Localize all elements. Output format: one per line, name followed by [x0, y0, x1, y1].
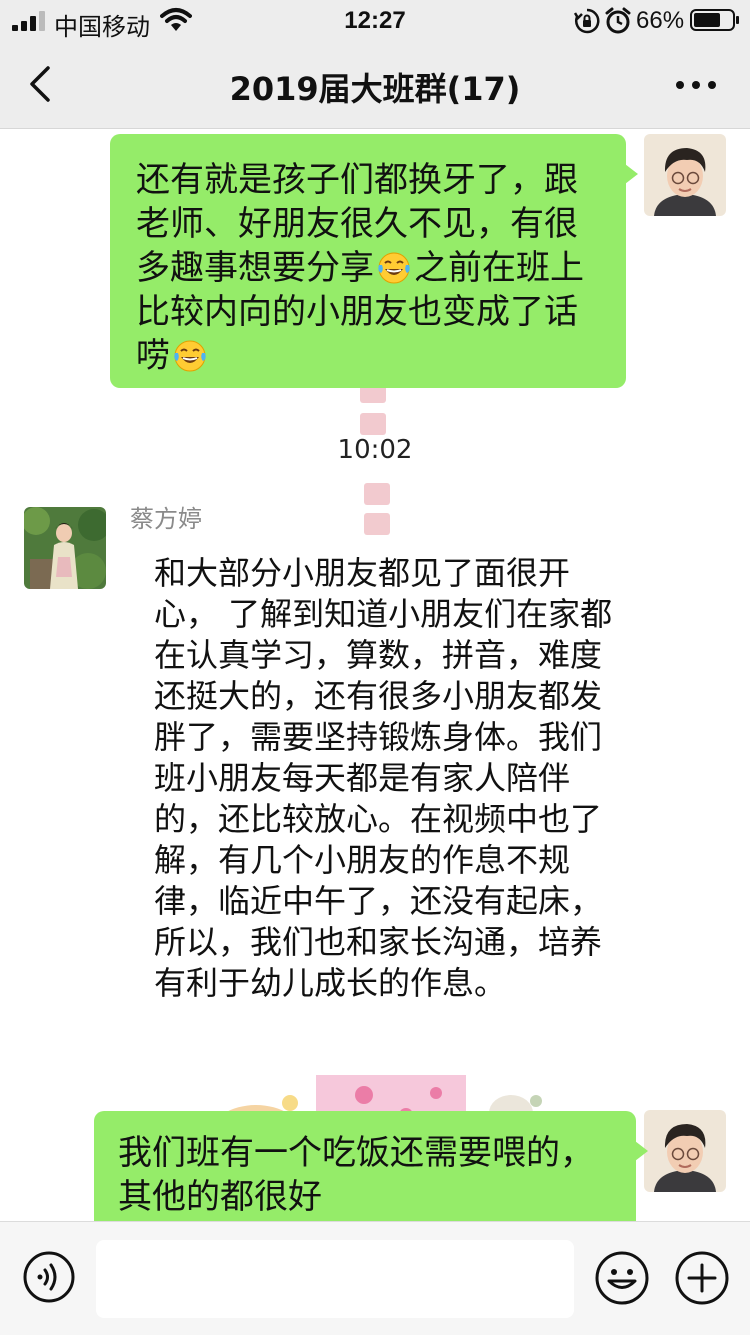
rotation-lock-icon	[574, 8, 600, 34]
plus-icon[interactable]	[674, 1250, 730, 1306]
battery-icon	[690, 9, 739, 31]
battery-percent: 66%	[636, 7, 685, 34]
status-bar: 中国移动 12:27 66%	[0, 0, 750, 42]
tears-of-joy-emoji-icon	[174, 340, 206, 372]
emoji-icon[interactable]	[594, 1250, 650, 1306]
alarm-icon	[605, 7, 631, 34]
message-text: 和大部分小朋友都见了面很开心， 了解到知道小朋友们在家都在认真学习，算数，拼音，…	[154, 554, 613, 1002]
avatar-self[interactable]	[644, 134, 726, 216]
avatar-self[interactable]	[644, 1110, 726, 1192]
voice-icon[interactable]	[22, 1250, 76, 1304]
message-text: 我们班有一个吃饭还需要喂的，其他的都很好	[118, 1133, 594, 1217]
tears-of-joy-emoji-icon	[378, 252, 410, 284]
message-input[interactable]	[96, 1240, 574, 1318]
group-title[interactable]: 2019届大班群(17)	[0, 64, 750, 110]
avatar-sender[interactable]	[24, 507, 106, 589]
chat-header: 2019届大班群(17)	[0, 42, 750, 129]
more-icon[interactable]	[668, 70, 724, 100]
message-bubble-received[interactable]: 和大部分小朋友都见了面很开心， 了解到知道小朋友们在家都在认真学习，算数，拼音，…	[130, 541, 646, 1016]
sender-name: 蔡方婷	[130, 505, 202, 533]
message-bubble-sent[interactable]: 还有就是孩子们都换牙了，跟老师、好朋友很久不见，有很多趣事想要分享 之前在班上比较…	[110, 134, 638, 388]
message-timestamp: 10:02	[337, 435, 413, 465]
message-bubble-sent[interactable]: 我们班有一个吃饭还需要喂的，其他的都很好	[94, 1111, 648, 1221]
message-list[interactable]: 还有就是孩子们都换牙了，跟老师、好朋友很久不见，有很多趣事想要分享 之前在班上比较…	[0, 129, 750, 1221]
input-bar	[0, 1221, 750, 1335]
